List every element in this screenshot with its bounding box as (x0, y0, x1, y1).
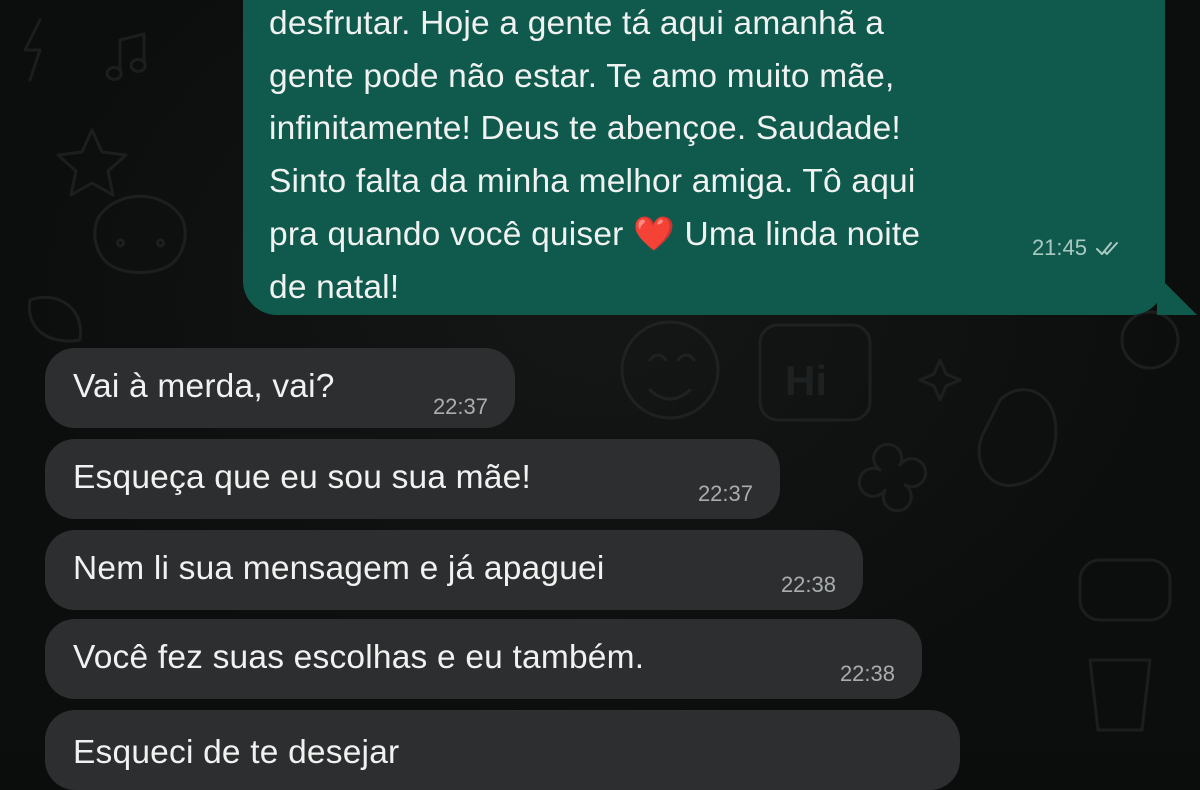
incoming-message-bubble[interactable]: Esqueça que eu sou sua mãe! 22:37 (45, 439, 780, 519)
message-time: 22:37 (697, 481, 753, 506)
leaf-doodle-icon (27, 295, 83, 343)
message-time: 22:38 (839, 661, 895, 686)
incoming-message-text: Você fez suas escolhas e eu também. (73, 639, 645, 676)
incoming-message-bubble[interactable]: Você fez suas escolhas e eu também. 22:3… (45, 619, 922, 699)
smiley-doodle-icon (620, 320, 720, 420)
sparkle-doodle-icon (918, 358, 962, 402)
incoming-message-bubble[interactable]: Nem li sua mensagem e já apaguei 22:38 (45, 530, 863, 610)
double-check-icon (1096, 242, 1118, 255)
message-time: 22:37 (432, 394, 488, 419)
incoming-message-bubble[interactable]: Vai à merda, vai? 22:37 (45, 348, 515, 428)
message-meta: 21:45 (1032, 235, 1123, 261)
svg-text:Hi: Hi (785, 357, 827, 404)
incoming-message-text: Nem li sua mensagem e já apaguei (73, 550, 605, 587)
lightning-doodle-icon (23, 18, 42, 82)
cup-doodle-icon (1088, 658, 1152, 732)
star-doodle-icon (56, 128, 128, 197)
incoming-message-text: Esqueça que eu sou sua mãe! (73, 459, 531, 496)
music-note-doodle-icon (105, 32, 147, 81)
outgoing-message-text: desfrutar. Hoje a gente tá aqui amanhã a… (269, 0, 1129, 314)
message-time: 21:45 (1031, 235, 1087, 260)
hand-doodle-icon (977, 388, 1058, 487)
dog-doodle-icon (93, 194, 187, 274)
heart-emoji-icon: ❤️ (633, 214, 675, 253)
incoming-message-text: Esqueci de te desejar (73, 734, 400, 771)
outgoing-message-bubble[interactable]: desfrutar. Hoje a gente tá aqui amanhã a… (243, 0, 1197, 315)
message-time: 22:38 (780, 572, 836, 597)
gamepad-doodle-icon (1078, 558, 1172, 622)
clover-doodle-icon (857, 442, 928, 513)
incoming-message-text: Vai à merda, vai? (73, 368, 335, 405)
incoming-message-bubble[interactable]: Esqueci de te desejar (45, 710, 960, 790)
bubble-tail (1157, 275, 1197, 315)
